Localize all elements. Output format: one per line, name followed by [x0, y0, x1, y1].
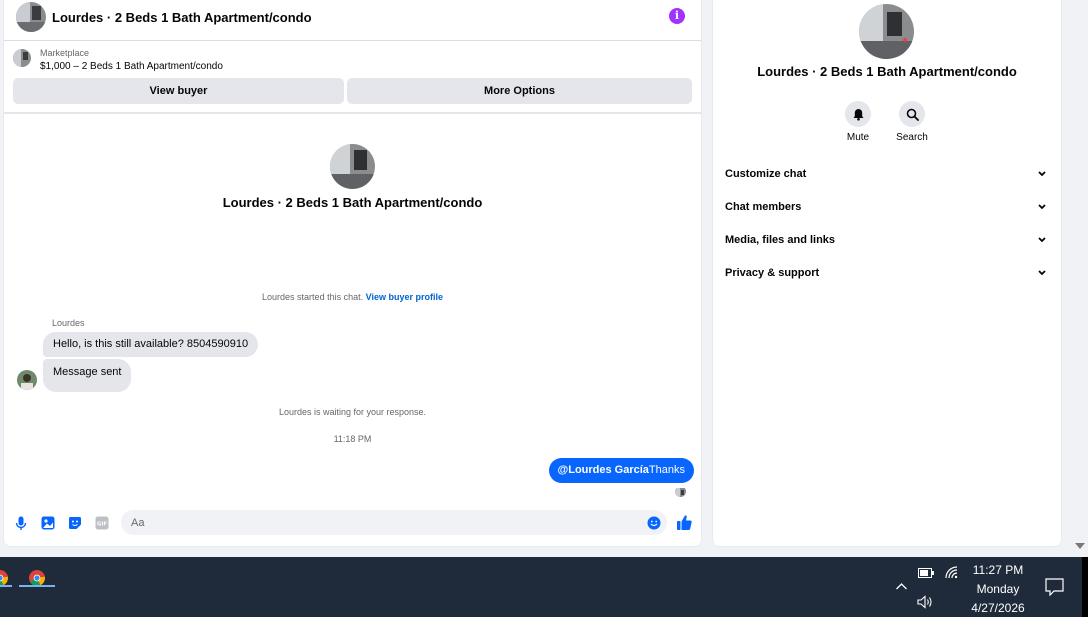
search-label: Search — [896, 132, 928, 143]
outgoing-message-text: Thanks — [648, 464, 685, 476]
sender-avatar[interactable] — [17, 370, 37, 390]
incoming-message[interactable]: Message sent — [43, 359, 132, 392]
battery-icon[interactable] — [918, 568, 935, 578]
chat-header-title[interactable]: Lourdes · 2 Beds 1 Bath Apartment/condo — [52, 10, 312, 25]
section-label: Media, files and links — [725, 234, 836, 246]
more-options-button[interactable]: More Options — [347, 78, 692, 104]
section-label: Chat members — [725, 201, 802, 213]
sticker-icon[interactable] — [68, 516, 82, 530]
customize-chat-row[interactable]: Customize chat — [713, 160, 1061, 188]
section-label: Privacy & support — [725, 267, 820, 279]
speaker-icon[interactable] — [917, 595, 934, 609]
chat-panel: Lourdes · 2 Beds 1 Bath Apartment/condo … — [4, 0, 701, 546]
conversation-title: Lourdes · 2 Beds 1 Bath Apartment/condo — [222, 195, 483, 210]
chrome-icon[interactable] — [22, 563, 52, 593]
wifi-icon[interactable] — [944, 565, 959, 580]
conversation-avatar — [330, 144, 375, 189]
microphone-icon[interactable] — [14, 516, 28, 530]
chat-details-panel: Lourdes · 2 Beds 1 Bath Apartment/condo … — [713, 0, 1061, 546]
details-avatar[interactable] — [859, 4, 914, 59]
message-composer: GIF — [4, 508, 701, 538]
system-clock[interactable]: 11:27 PM Monday 4/27/2026 — [958, 561, 1038, 617]
chevron-down-icon — [1038, 270, 1046, 276]
mute-label: Mute — [846, 132, 870, 143]
emoji-icon[interactable] — [647, 516, 661, 530]
mute-button[interactable]: Mute — [833, 101, 883, 143]
view-buyer-profile-link[interactable]: View buyer profile — [366, 292, 443, 302]
marketplace-listing-thumbnail[interactable] — [13, 49, 31, 67]
bell-icon — [853, 108, 863, 121]
marketplace-label: Marketplace — [40, 48, 90, 58]
chevron-down-icon — [1038, 237, 1046, 243]
read-receipt-avatar — [675, 486, 686, 497]
message-input[interactable] — [121, 510, 667, 535]
view-buyer-button[interactable]: View buyer — [13, 78, 344, 104]
clock-day: Monday — [976, 582, 1020, 596]
search-button[interactable]: Search — [887, 101, 937, 143]
clock-date: 4/27/2026 — [971, 601, 1025, 615]
chrome-icon[interactable] — [0, 563, 15, 593]
message-timestamp: 11:18 PM — [333, 434, 372, 444]
incoming-message[interactable]: Hello, is this still available? 85045909… — [43, 332, 259, 357]
search-icon — [906, 108, 919, 121]
gif-icon[interactable]: GIF — [95, 516, 109, 530]
media-files-links-row[interactable]: Media, files and links — [713, 226, 1061, 254]
taskbar-active-indicator — [0, 585, 12, 587]
mention: @Lourdes García — [557, 464, 649, 476]
chevron-down-icon — [1038, 171, 1046, 177]
chat-started-text: Lourdes started this chat. — [262, 292, 364, 302]
details-title: Lourdes · 2 Beds 1 Bath Apartment/condo — [757, 64, 1017, 79]
chat-header: Lourdes · 2 Beds 1 Bath Apartment/condo … — [4, 0, 701, 41]
listing-title[interactable]: $1,000 – 2 Beds 1 Bath Apartment/condo — [40, 61, 223, 72]
section-label: Customize chat — [725, 168, 807, 180]
svg-text:GIF: GIF — [97, 522, 108, 528]
windows-taskbar: 11:27 PM Monday 4/27/2026 — [0, 557, 1088, 617]
scroll-down-arrow[interactable] — [1075, 543, 1085, 549]
waiting-notice: Lourdes is waiting for your response. — [278, 407, 427, 417]
chat-started-notice: Lourdes started this chat. View buyer pr… — [4, 292, 701, 302]
chevron-down-icon — [1038, 204, 1046, 210]
divider — [4, 112, 701, 114]
show-desktop-button[interactable] — [1082, 557, 1088, 617]
clock-time: 11:27 PM — [972, 563, 1024, 577]
sender-name: Lourdes — [52, 318, 85, 328]
listing-avatar[interactable] — [16, 2, 46, 32]
privacy-support-row[interactable]: Privacy & support — [713, 259, 1061, 287]
thumbs-up-icon[interactable] — [676, 514, 693, 531]
chat-members-row[interactable]: Chat members — [713, 193, 1061, 221]
photo-icon[interactable] — [41, 516, 55, 530]
notification-icon[interactable] — [1045, 578, 1064, 596]
info-icon[interactable]: i — [669, 8, 685, 24]
chevron-up-icon[interactable] — [895, 581, 908, 591]
outgoing-message[interactable]: @Lourdes GarcíaThanks — [548, 458, 694, 483]
taskbar-active-indicator — [19, 585, 55, 587]
